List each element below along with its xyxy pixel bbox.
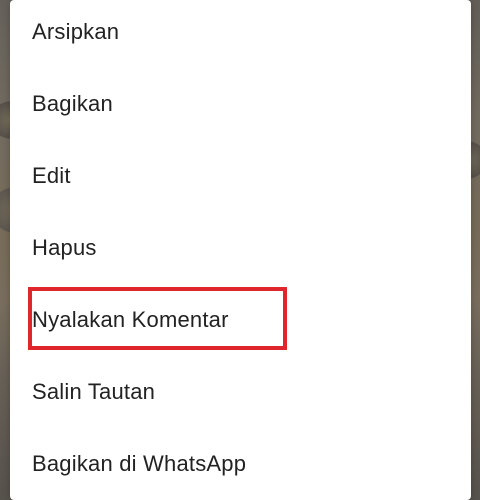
menu-item-copy-link[interactable]: Salin Tautan	[10, 356, 471, 428]
menu-item-edit[interactable]: Edit	[10, 140, 471, 212]
menu-item-label: Salin Tautan	[32, 379, 156, 404]
menu-item-label: Edit	[32, 163, 71, 188]
menu-item-turn-on-comments[interactable]: Nyalakan Komentar	[10, 284, 471, 356]
menu-item-label: Nyalakan Komentar	[32, 307, 229, 332]
menu-item-share-whatsapp[interactable]: Bagikan di WhatsApp	[10, 428, 471, 500]
options-menu: Arsipkan Bagikan Edit Hapus Nyalakan Kom…	[10, 0, 471, 500]
menu-item-share[interactable]: Bagikan	[10, 68, 471, 140]
menu-item-delete[interactable]: Hapus	[10, 212, 471, 284]
menu-item-label: Bagikan	[32, 91, 113, 116]
menu-item-label: Hapus	[32, 235, 97, 260]
menu-item-label: Bagikan di WhatsApp	[32, 451, 247, 476]
menu-item-archive[interactable]: Arsipkan	[10, 0, 471, 68]
menu-item-label: Arsipkan	[32, 19, 120, 44]
